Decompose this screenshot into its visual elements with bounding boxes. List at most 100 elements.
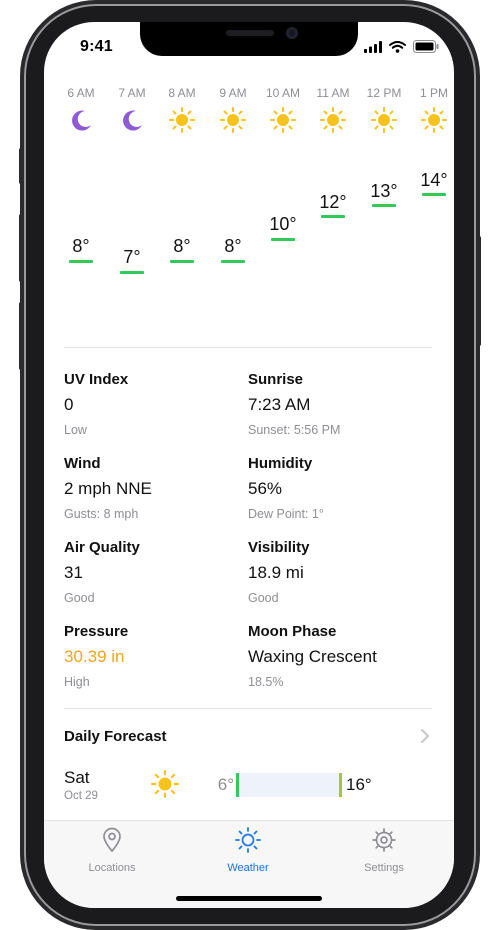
- hourly-temp: 14°: [420, 170, 448, 190]
- hourly-temp-bar: [422, 193, 446, 196]
- volume-down-button: [19, 302, 24, 370]
- uv-index-card: UV Index 0 Low: [64, 371, 234, 437]
- notch: [140, 22, 358, 56]
- humidity-title: Humidity: [248, 455, 313, 472]
- hour-label: 6 AM: [67, 86, 95, 100]
- tab-settings[interactable]: Settings: [324, 827, 444, 874]
- sun-icon: [371, 107, 397, 133]
- status-icons: [364, 40, 439, 53]
- hour-column: 11 AM: [308, 86, 358, 133]
- sunset-sub: Sunset: 5:56 PM: [248, 423, 341, 437]
- hour-column: 9 AM: [208, 86, 258, 133]
- sunrise-title: Sunrise: [248, 371, 304, 388]
- hour-column: 7 AM: [107, 86, 157, 133]
- tab-label: Weather: [227, 862, 269, 874]
- tab-bar: Locations Weather Settings: [44, 820, 454, 908]
- hourly-temp-bar: [221, 260, 245, 263]
- hour-column: 6 AM: [56, 86, 106, 133]
- hour-column: 10 AM: [258, 86, 308, 133]
- hourly-temp-bar: [120, 271, 144, 274]
- hour-label: 12 PM: [366, 86, 402, 100]
- sunrise-card: Sunrise 7:23 AM Sunset: 5:56 PM: [248, 371, 418, 437]
- tab-locations[interactable]: Locations: [52, 827, 172, 874]
- sunrise-value: 7:23 AM: [248, 395, 311, 414]
- sun-icon: [235, 827, 261, 853]
- side-button: [476, 236, 481, 346]
- uv-index-sub: Low: [64, 423, 87, 437]
- hourly-temp: 8°: [72, 236, 90, 256]
- air-quality-title: Air Quality: [64, 539, 140, 556]
- hour-column: 8 AM: [157, 86, 207, 133]
- pressure-value: 30.39 in: [64, 647, 125, 666]
- camera: [286, 27, 298, 39]
- battery-icon: [413, 40, 439, 53]
- daily-forecast-title[interactable]: Daily Forecast: [64, 728, 167, 745]
- hourly-temp-bar: [372, 204, 396, 207]
- tab-weather[interactable]: Weather: [188, 827, 308, 874]
- chevron-right-icon[interactable]: [420, 728, 430, 744]
- sun-icon: [169, 107, 195, 133]
- day-date: Oct 29: [64, 790, 98, 802]
- range-low-marker: [236, 773, 239, 797]
- dew-point: Dew Point: 1°: [248, 507, 324, 521]
- mute-switch: [19, 148, 24, 184]
- daily-high-temp: 16°: [346, 775, 372, 794]
- status-time: 9:41: [80, 38, 113, 55]
- air-quality-card: Air Quality 31 Good: [64, 539, 234, 605]
- home-indicator[interactable]: [176, 896, 322, 901]
- moon-phase-value: Waxing Crescent: [248, 647, 377, 666]
- wind-gusts: Gusts: 8 mph: [64, 507, 139, 521]
- moon-phase-card: Moon Phase Waxing Crescent 18.5%: [248, 623, 418, 689]
- wifi-icon: [389, 40, 406, 53]
- divider: [64, 347, 432, 348]
- uv-index-title: UV Index: [64, 371, 129, 388]
- hourly-temp: 7°: [123, 247, 141, 267]
- sun-icon: [270, 107, 296, 133]
- pressure-title: Pressure: [64, 623, 129, 640]
- humidity-value: 56%: [248, 479, 283, 498]
- tab-label: Locations: [88, 862, 136, 874]
- pressure-card: Pressure 30.39 in High: [64, 623, 234, 689]
- visibility-title: Visibility: [248, 539, 310, 556]
- hourly-temp-bar: [170, 260, 194, 263]
- moon-phase-title: Moon Phase: [248, 623, 337, 640]
- hour-label: 10 AM: [265, 86, 301, 100]
- air-quality-value: 31: [64, 563, 83, 582]
- speaker: [226, 30, 274, 36]
- hourly-temp: 8°: [224, 236, 242, 256]
- hour-column: 12 PM: [359, 86, 409, 133]
- hourly-temp: 12°: [319, 192, 347, 212]
- visibility-sub: Good: [248, 591, 279, 605]
- hourly-temp: 10°: [269, 214, 297, 234]
- gear-icon: [372, 828, 396, 852]
- hour-label: 9 AM: [219, 86, 247, 100]
- sun-icon: [421, 107, 447, 133]
- wind-value: 2 mph NNE: [64, 479, 152, 498]
- visibility-value: 18.9 mi: [248, 563, 304, 582]
- uv-index-value: 0: [64, 395, 74, 414]
- hour-column: 1 PM: [409, 86, 454, 133]
- volume-up-button: [19, 214, 24, 282]
- hour-label: 11 AM: [316, 86, 350, 100]
- hourly-temp: 13°: [370, 181, 398, 201]
- wind-card: Wind 2 mph NNE Gusts: 8 mph: [64, 455, 234, 521]
- wind-title: Wind: [64, 455, 101, 472]
- hourly-temp-bar: [321, 215, 345, 218]
- moon-icon: [72, 110, 91, 131]
- moon-illumination: 18.5%: [248, 675, 284, 689]
- hourly-temp-bar: [69, 260, 93, 263]
- moon-icon: [123, 110, 142, 131]
- daily-low-temp: 6°: [217, 775, 234, 794]
- hourly-temp-bar: [271, 238, 295, 241]
- air-quality-sub: Good: [64, 591, 95, 605]
- signal-icon: [364, 40, 382, 53]
- sun-icon: [151, 770, 179, 798]
- sun-icon: [320, 107, 346, 133]
- range-high-marker: [339, 773, 342, 797]
- hour-label: 1 PM: [419, 86, 448, 100]
- hour-label: 8 AM: [168, 86, 196, 100]
- divider: [64, 708, 432, 709]
- tab-label: Settings: [364, 862, 404, 874]
- temp-range-bar: [236, 773, 342, 797]
- hourly-temp: 8°: [173, 236, 191, 256]
